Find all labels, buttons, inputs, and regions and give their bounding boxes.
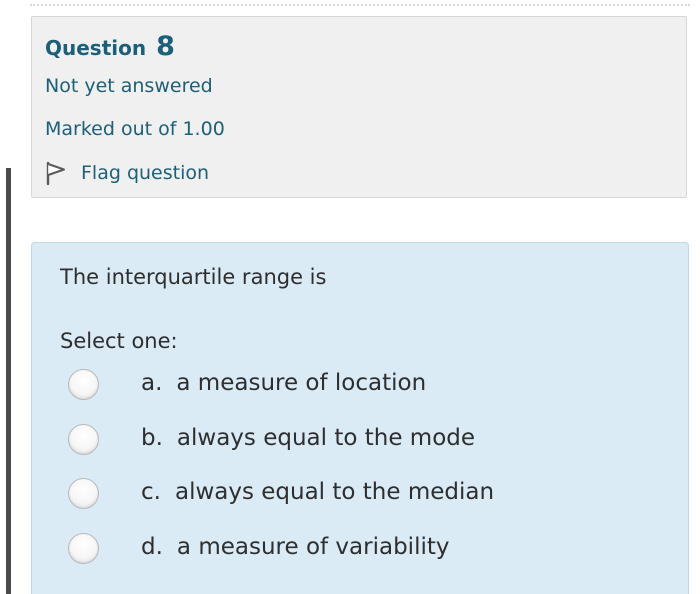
option-letter: d. [141, 534, 163, 560]
option-text: always equal to the mode [176, 425, 476, 451]
radio-button[interactable] [68, 369, 99, 400]
option-letter: b. [141, 425, 163, 451]
option-label: a. a measure of location [141, 370, 426, 396]
question-info-panel: Question 8 Not yet answered Marked out o… [31, 16, 687, 198]
question-nav-bar [6, 168, 11, 594]
answer-prompt: Select one: [60, 329, 178, 353]
answer-option-b[interactable]: b. always equal to the mode [68, 424, 648, 458]
answer-option-d[interactable]: d. a measure of variability [68, 533, 648, 567]
answer-option-a[interactable]: a. a measure of location [68, 369, 648, 403]
question-text: The interquartile range is [60, 265, 327, 289]
option-label: b. always equal to the mode [141, 425, 475, 451]
option-letter: c. [141, 479, 161, 505]
answer-option-c[interactable]: c. always equal to the median [68, 478, 648, 512]
option-text: a measure of location [176, 370, 427, 396]
radio-button[interactable] [68, 533, 99, 564]
question-number: Question 8 [45, 31, 175, 62]
option-text: a measure of variability [176, 534, 450, 560]
flag-outline-icon [46, 161, 65, 185]
question-state: Not yet answered [45, 75, 213, 97]
flag-question-link[interactable]: Flag question [45, 159, 209, 187]
radio-button[interactable] [68, 424, 99, 455]
divider [30, 4, 690, 6]
option-letter: a. [141, 370, 163, 396]
question-content-panel: The interquartile range is Select one: a… [31, 242, 689, 594]
question-label: Question [45, 36, 147, 60]
option-label: d. a measure of variability [141, 534, 449, 560]
option-label: c. always equal to the median [141, 479, 494, 505]
radio-button[interactable] [68, 478, 99, 509]
quiz-page: Question 8 Not yet answered Marked out o… [0, 0, 700, 594]
question-number-value: 8 [156, 31, 175, 62]
question-grade: Marked out of 1.00 [45, 118, 225, 140]
flag-question-label: Flag question [81, 162, 210, 184]
option-text: always equal to the median [174, 479, 495, 505]
